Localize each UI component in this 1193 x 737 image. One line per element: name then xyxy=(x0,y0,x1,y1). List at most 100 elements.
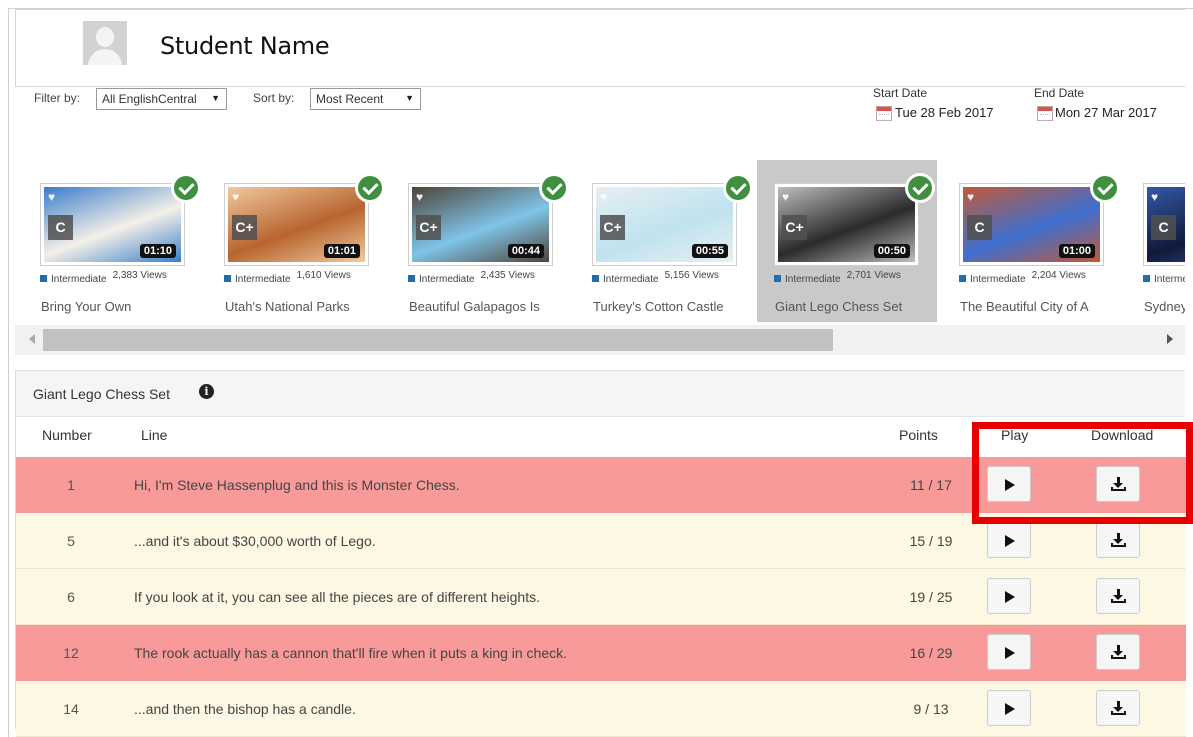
download-icon xyxy=(1111,533,1126,548)
video-views: 1,610 Views xyxy=(296,270,351,281)
play-button[interactable] xyxy=(987,522,1031,558)
check-circle-icon xyxy=(355,173,385,203)
line-points: 15 / 19 xyxy=(909,533,953,549)
video-card[interactable]: ♥ C 01:00 Intermediate 2,204 Views The Be… xyxy=(942,160,1122,322)
duration-badge: 00:50 xyxy=(873,244,910,258)
video-title[interactable]: The Beautiful City of A xyxy=(960,299,1120,314)
line-text: The rook actually has a cannon that'll f… xyxy=(134,645,568,661)
check-circle-icon xyxy=(539,173,569,203)
play-button[interactable] xyxy=(987,634,1031,670)
check-circle-icon xyxy=(171,173,201,203)
video-meta: Intermediate 2,383 Views xyxy=(40,270,167,285)
level-square-icon xyxy=(224,275,231,282)
video-meta: Intermediate 5,156 Views xyxy=(592,270,719,285)
download-icon xyxy=(1111,645,1126,660)
line-text: Hi, I'm Steve Hassenplug and this is Mon… xyxy=(134,477,460,493)
scrollbar-thumb[interactable] xyxy=(43,329,833,351)
video-views: 2,383 Views xyxy=(112,270,167,281)
download-button[interactable] xyxy=(1096,578,1140,614)
sort-label: Sort by: xyxy=(253,91,295,105)
video-card[interactable]: ♥ C 01:10 Intermediate 2,383 Views Bring … xyxy=(23,160,203,322)
video-thumbnail[interactable]: ♥ C+ 00:44 xyxy=(408,183,553,266)
video-card[interactable]: ♥ C Interme Sydney's xyxy=(1126,160,1185,322)
level-badge: C xyxy=(48,215,73,240)
level-square-icon xyxy=(1143,275,1150,282)
info-icon[interactable]: i xyxy=(199,384,214,399)
calendar-icon[interactable] xyxy=(1037,106,1053,121)
play-icon xyxy=(1005,591,1015,603)
level-square-icon xyxy=(592,275,599,282)
video-card[interactable]: ♥ C+ 00:44 Intermediate 2,435 Views Beaut… xyxy=(391,160,571,322)
student-name: Student Name xyxy=(160,32,330,60)
video-level: Interme xyxy=(1154,274,1185,285)
video-views: 2,204 Views xyxy=(1031,270,1086,281)
column-number: Number xyxy=(42,427,92,443)
video-level: Intermediate xyxy=(785,274,841,285)
line-points: 9 / 13 xyxy=(913,701,949,717)
download-button[interactable] xyxy=(1096,634,1140,670)
scroll-left-icon[interactable] xyxy=(29,334,35,344)
filter-select[interactable]: All EnglishCentral ▼ xyxy=(96,88,227,110)
dropdown-arrow-icon: ▼ xyxy=(405,93,414,103)
line-number: 14 xyxy=(63,701,79,717)
table-row: 12 The rook actually has a cannon that'l… xyxy=(16,625,1186,681)
end-date-value[interactable]: Mon 27 Mar 2017 xyxy=(1055,105,1157,120)
video-level: Intermediate xyxy=(970,274,1026,285)
video-level: Intermediate xyxy=(419,274,475,285)
play-icon xyxy=(1005,703,1015,715)
heart-icon[interactable]: ♥ xyxy=(48,190,55,204)
download-icon xyxy=(1111,589,1126,604)
video-thumbnail[interactable]: ♥ C 01:10 xyxy=(40,183,185,266)
dropdown-arrow-icon: ▼ xyxy=(211,93,220,103)
video-views: 2,435 Views xyxy=(480,270,535,281)
video-thumbnail[interactable]: ♥ C+ 00:50 xyxy=(774,183,919,266)
line-points: 16 / 29 xyxy=(909,645,953,661)
line-number: 6 xyxy=(67,589,75,605)
heart-icon[interactable]: ♥ xyxy=(416,190,423,204)
video-carousel: ♥ C 01:10 Intermediate 2,383 Views Bring … xyxy=(15,160,1185,322)
start-date-label: Start Date xyxy=(873,86,928,100)
video-title[interactable]: Turkey's Cotton Castle xyxy=(593,299,753,314)
carousel-scrollbar[interactable] xyxy=(15,325,1185,355)
line-text: ...and it's about $30,000 worth of Lego. xyxy=(134,533,376,549)
start-date-value[interactable]: Tue 28 Feb 2017 xyxy=(895,105,994,120)
heart-icon[interactable]: ♥ xyxy=(782,190,789,204)
scroll-right-icon[interactable] xyxy=(1167,334,1173,344)
heart-icon[interactable]: ♥ xyxy=(600,190,607,204)
heart-icon[interactable]: ♥ xyxy=(232,190,239,204)
video-card[interactable]: ♥ C+ 00:55 Intermediate 5,156 Views Turke… xyxy=(575,160,755,322)
video-thumbnail[interactable]: ♥ C+ 01:01 xyxy=(224,183,369,266)
play-button[interactable] xyxy=(987,690,1031,726)
video-title[interactable]: Sydney's xyxy=(1144,299,1185,314)
level-badge: C xyxy=(1151,215,1176,240)
end-date-label: End Date xyxy=(1034,86,1085,100)
highlight-annotation xyxy=(972,422,1193,524)
heart-icon[interactable]: ♥ xyxy=(1151,190,1158,204)
video-title[interactable]: Beautiful Galapagos Is xyxy=(409,299,569,314)
download-button[interactable] xyxy=(1096,690,1140,726)
video-thumbnail[interactable]: ♥ C xyxy=(1143,183,1185,266)
duration-badge: 01:10 xyxy=(139,244,176,258)
level-square-icon xyxy=(40,275,47,282)
student-header: Student Name xyxy=(15,9,1185,87)
video-thumbnail[interactable]: ♥ C 01:00 xyxy=(959,183,1104,266)
video-card[interactable]: ♥ C+ 00:50 Intermediate 2,701 Views Giant… xyxy=(757,160,937,322)
video-thumbnail[interactable]: ♥ C+ 00:55 xyxy=(592,183,737,266)
video-title[interactable]: Giant Lego Chess Set xyxy=(775,299,935,314)
column-points: Points xyxy=(899,427,938,443)
heart-icon[interactable]: ♥ xyxy=(967,190,974,204)
video-title[interactable]: Bring Your Own xyxy=(41,299,201,314)
video-views: 5,156 Views xyxy=(664,270,719,281)
calendar-icon[interactable] xyxy=(876,106,892,121)
play-button[interactable] xyxy=(987,578,1031,614)
filter-label: Filter by: xyxy=(34,91,81,105)
video-card[interactable]: ♥ C+ 01:01 Intermediate 1,610 Views Utah'… xyxy=(207,160,387,322)
sort-select[interactable]: Most Recent ▼ xyxy=(310,88,421,110)
download-button[interactable] xyxy=(1096,522,1140,558)
download-icon xyxy=(1111,701,1126,716)
panel-title: Giant Lego Chess Set xyxy=(33,386,170,402)
level-badge: C xyxy=(967,215,992,240)
line-number: 5 xyxy=(67,533,75,549)
check-circle-icon xyxy=(723,173,753,203)
video-title[interactable]: Utah's National Parks xyxy=(225,299,385,314)
